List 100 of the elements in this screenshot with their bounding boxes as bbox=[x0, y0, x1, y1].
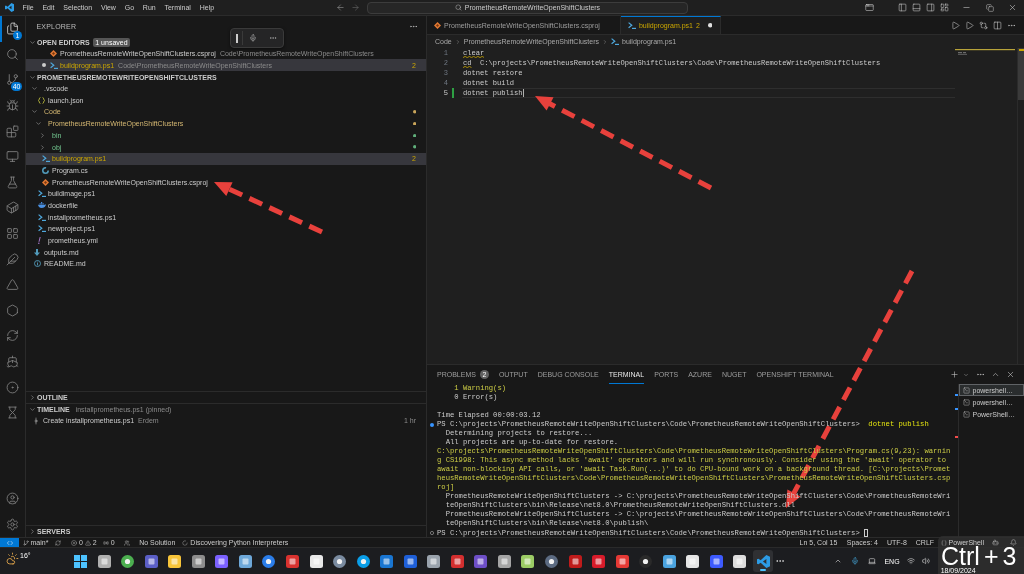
whale-icon bbox=[37, 202, 46, 209]
logo-icon bbox=[5, 3, 14, 12]
info-icon bbox=[33, 260, 41, 268]
compare-icon[interactable] bbox=[979, 20, 988, 30]
restore-icon[interactable] bbox=[985, 3, 994, 12]
app-tile-icon bbox=[309, 554, 323, 568]
spinner-icon bbox=[182, 539, 189, 546]
prompt-icon bbox=[37, 225, 46, 233]
app-circle-icon bbox=[545, 554, 559, 568]
prompt-icon bbox=[37, 190, 46, 198]
key-label: 3 bbox=[1002, 547, 1017, 566]
more-icon[interactable] bbox=[269, 34, 277, 42]
run-selection-icon[interactable] bbox=[965, 20, 974, 30]
grid-icon bbox=[6, 227, 19, 241]
wifi-icon[interactable] bbox=[906, 557, 915, 565]
panel-toggle-icon[interactable] bbox=[911, 3, 921, 12]
app-tile-icon bbox=[733, 554, 747, 568]
terminal-icon bbox=[963, 410, 970, 418]
terminal-icon bbox=[963, 398, 970, 406]
app-tile-icon bbox=[592, 554, 606, 568]
app-tile-icon bbox=[403, 554, 417, 568]
app-circle-icon bbox=[262, 554, 276, 568]
app-tile-icon bbox=[380, 554, 394, 568]
sync-icon[interactable] bbox=[54, 539, 61, 546]
minimap-drawing bbox=[955, 49, 1015, 55]
diamond-icon bbox=[434, 22, 441, 29]
prompt-icon bbox=[627, 22, 636, 29]
app-tile-icon bbox=[286, 554, 299, 568]
close-icon[interactable] bbox=[1008, 3, 1017, 12]
bug-icon bbox=[6, 99, 19, 113]
bell-icon[interactable] bbox=[1010, 539, 1017, 546]
app-tile-icon bbox=[215, 554, 229, 568]
add-icon[interactable] bbox=[950, 370, 959, 379]
app-circle-icon bbox=[356, 554, 370, 568]
app-tile-icon bbox=[427, 554, 441, 568]
broadcast-icon bbox=[102, 539, 109, 546]
chevron-up-icon[interactable] bbox=[834, 557, 843, 565]
logo-icon bbox=[756, 554, 770, 568]
braces-icon bbox=[940, 539, 947, 546]
bar-icon[interactable] bbox=[235, 33, 238, 43]
app-circle-icon bbox=[639, 554, 653, 568]
warning-marker-icon bbox=[1019, 49, 1024, 51]
key-label: Ctrl bbox=[941, 547, 980, 566]
terminal-icon bbox=[963, 386, 970, 394]
app-tile-icon bbox=[450, 554, 464, 568]
app-circle-icon bbox=[333, 554, 347, 568]
chevron-right-icon bbox=[602, 38, 608, 45]
layout-icon[interactable] bbox=[939, 3, 949, 12]
run-icon[interactable] bbox=[951, 20, 960, 30]
app-tile-icon bbox=[238, 554, 252, 568]
flask-icon bbox=[6, 175, 19, 189]
secondary-sidebar-icon[interactable] bbox=[925, 3, 935, 12]
people-icon[interactable] bbox=[123, 539, 130, 546]
key-label: + bbox=[983, 547, 999, 566]
settings-icon bbox=[6, 517, 19, 531]
sidebar-toggle-icon[interactable] bbox=[897, 3, 907, 12]
scroll-marker-icon bbox=[955, 408, 958, 410]
account-icon bbox=[6, 491, 19, 505]
microphone-icon[interactable] bbox=[249, 34, 257, 42]
app-tile-icon bbox=[474, 554, 488, 568]
taskbar-app[interactable] bbox=[753, 550, 774, 572]
remote-icon bbox=[5, 538, 14, 547]
prompt-icon bbox=[37, 213, 46, 221]
search-icon bbox=[6, 47, 19, 61]
prompt-icon bbox=[611, 38, 619, 45]
scrollbar-thumb[interactable] bbox=[1018, 48, 1024, 100]
branch-icon bbox=[22, 539, 29, 546]
bot-icon[interactable] bbox=[992, 539, 999, 546]
laptop-icon[interactable] bbox=[868, 557, 877, 565]
warning-icon bbox=[84, 539, 91, 546]
app-tile-icon bbox=[144, 554, 158, 568]
command-dot-icon[interactable] bbox=[430, 422, 434, 427]
scroll-marker-icon bbox=[955, 394, 958, 396]
exclamation-icon bbox=[37, 237, 41, 245]
command-ring-icon[interactable] bbox=[430, 531, 434, 535]
braces-icon bbox=[37, 96, 45, 104]
split-editor-icon[interactable] bbox=[993, 20, 1002, 30]
prompt-icon bbox=[50, 61, 58, 69]
down-arrow-icon bbox=[33, 248, 40, 256]
close-icon[interactable] bbox=[1005, 370, 1015, 379]
more-icon[interactable] bbox=[975, 370, 985, 379]
ring-icon bbox=[6, 380, 19, 394]
blocks-icon bbox=[6, 124, 19, 138]
triangle-icon bbox=[6, 278, 19, 292]
weather-icon bbox=[6, 552, 19, 565]
back-icon[interactable] bbox=[336, 3, 345, 12]
prompt-icon bbox=[41, 155, 50, 163]
feather-icon bbox=[6, 252, 19, 266]
microphone-icon[interactable] bbox=[851, 557, 860, 565]
chevron-right-icon bbox=[454, 38, 461, 45]
volume-icon[interactable] bbox=[921, 557, 930, 565]
hexagon-icon bbox=[6, 303, 19, 317]
app-tile-icon bbox=[686, 554, 700, 568]
window-icon[interactable] bbox=[864, 3, 874, 12]
app-circle-icon bbox=[121, 554, 135, 568]
diamond-icon bbox=[50, 50, 57, 58]
app-tile-icon bbox=[97, 554, 111, 568]
app-tile-icon bbox=[497, 554, 511, 568]
scroll-marker-icon bbox=[955, 436, 958, 438]
chevron-up-icon[interactable] bbox=[991, 370, 1000, 379]
